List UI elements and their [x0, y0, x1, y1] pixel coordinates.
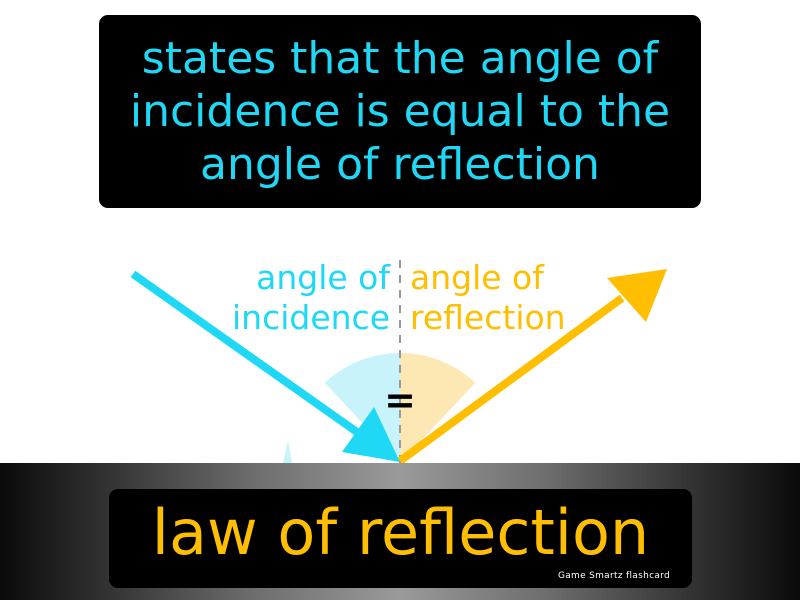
- lower-sector-hint: [283, 440, 292, 463]
- definition-text: states that the angle of incidence is eq…: [129, 33, 671, 190]
- reflected-arrowhead: [607, 269, 667, 322]
- reflection-diagram: angle of incidence angle of reflection =: [0, 208, 800, 463]
- term-box: law of reflection Game Smartz flashcard: [109, 489, 692, 588]
- equals-sign: =: [384, 378, 416, 422]
- reflection-diagram-svg: [130, 260, 667, 463]
- definition-box: states that the angle of incidence is eq…: [99, 15, 701, 208]
- angle-of-incidence-label: angle of incidence: [231, 258, 390, 337]
- term-title: law of reflection: [151, 496, 650, 569]
- angle-of-reflection-label: angle of reflection: [410, 258, 566, 337]
- brand-label: Game Smartz flashcard: [557, 571, 670, 581]
